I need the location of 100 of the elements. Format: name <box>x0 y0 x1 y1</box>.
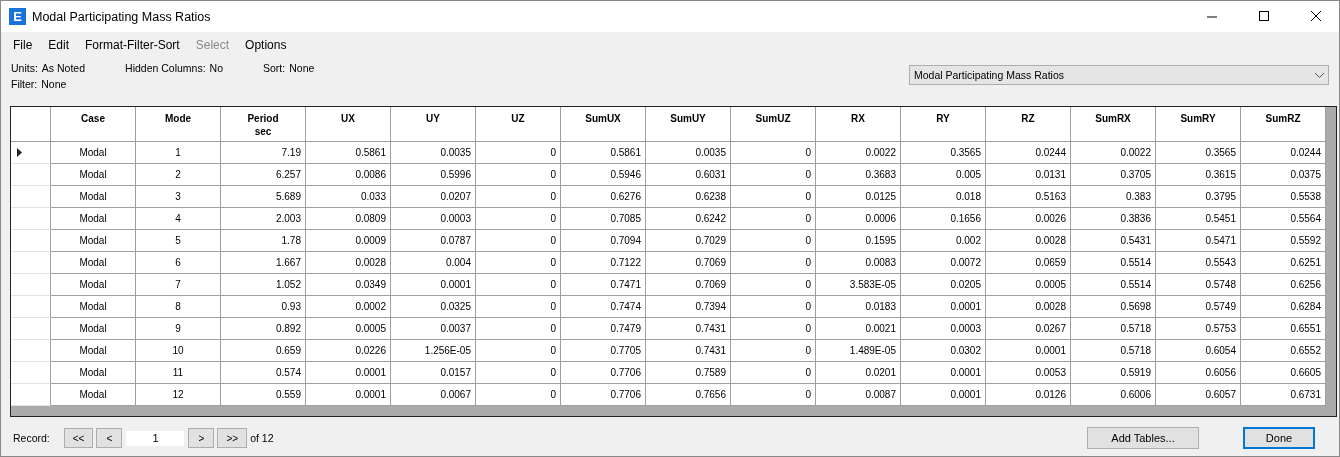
sort-label: Sort: <box>263 62 286 74</box>
table-cell: 0.0226 <box>306 340 391 362</box>
table-cell: 0.0787 <box>391 230 476 252</box>
table-cell: 0.0375 <box>1241 164 1326 186</box>
table-cell: 0.0003 <box>901 318 986 340</box>
table-cell: 0.0349 <box>306 274 391 296</box>
column-header[interactable]: RX <box>816 107 901 142</box>
column-header[interactable]: SumUX <box>561 107 646 142</box>
add-tables-button[interactable]: Add Tables... <box>1087 427 1199 449</box>
table-cell: 0.0001 <box>901 362 986 384</box>
row-header[interactable] <box>11 142 51 164</box>
table-cell: 0.6284 <box>1241 296 1326 318</box>
table-cell: 0.0001 <box>306 384 391 406</box>
menu-item[interactable]: Edit <box>40 38 78 52</box>
table-cell: Modal <box>51 230 136 252</box>
table-cell: 0.7122 <box>561 252 646 274</box>
table-cell: 0.5431 <box>1071 230 1156 252</box>
table-cell: 6 <box>136 252 221 274</box>
table-cell: 0.0053 <box>986 362 1071 384</box>
column-header[interactable]: UZ <box>476 107 561 142</box>
table-cell: 0.6276 <box>561 186 646 208</box>
chevron-down-icon <box>1315 72 1324 78</box>
table-cell: 6.257 <box>221 164 306 186</box>
column-header[interactable]: SumRZ <box>1241 107 1326 142</box>
column-header[interactable]: Mode <box>136 107 221 142</box>
table-cell: 0.6251 <box>1241 252 1326 274</box>
table-cell: 0.5946 <box>561 164 646 186</box>
table-cell: 0.0009 <box>306 230 391 252</box>
menu-item[interactable]: File <box>5 38 41 52</box>
column-header[interactable]: Case <box>51 107 136 142</box>
table-cell: 0.5592 <box>1241 230 1326 252</box>
table-cell: 1.052 <box>221 274 306 296</box>
table-cell: 0.0131 <box>986 164 1071 186</box>
table-cell: 0.5748 <box>1156 274 1241 296</box>
table-cell: 0.0028 <box>986 296 1071 318</box>
table-cell: Modal <box>51 252 136 274</box>
table-cell: 0.0083 <box>816 252 901 274</box>
table-dropdown[interactable]: Modal Participating Mass Ratios <box>909 65 1329 85</box>
table-cell: 2 <box>136 164 221 186</box>
table-cell: 0.5749 <box>1156 296 1241 318</box>
table-cell: 0.5861 <box>561 142 646 164</box>
table-cell: 0.0267 <box>986 318 1071 340</box>
table-cell: 5.689 <box>221 186 306 208</box>
nav-button[interactable]: > <box>188 428 215 448</box>
table-cell: 0.5996 <box>391 164 476 186</box>
table-cell: 0 <box>731 208 816 230</box>
table-cell: 0.5514 <box>1071 274 1156 296</box>
table-cell: 0 <box>476 164 561 186</box>
table-cell: 0.7029 <box>646 230 731 252</box>
record-field[interactable]: 1 <box>126 430 185 446</box>
table-cell: 0 <box>476 186 561 208</box>
table-cell: 0.7085 <box>561 208 646 230</box>
table-cell: 0.659 <box>221 340 306 362</box>
nav-button[interactable]: << <box>63 428 94 448</box>
table-cell: Modal <box>51 142 136 164</box>
table-cell: 3.583E-05 <box>816 274 901 296</box>
table-cell: 0.0244 <box>1241 142 1326 164</box>
done-button[interactable]: Done <box>1243 427 1315 449</box>
table-cell: 1 <box>136 142 221 164</box>
filter-label: Filter: <box>11 78 38 90</box>
table-cell: Modal <box>51 208 136 230</box>
table-cell: 0.0001 <box>986 340 1071 362</box>
column-header[interactable]: SumUY <box>646 107 731 142</box>
table-cell: 0.3795 <box>1156 186 1241 208</box>
column-header[interactable]: SumRY <box>1156 107 1241 142</box>
table-cell: 0 <box>731 142 816 164</box>
table-cell: 11 <box>136 362 221 384</box>
table-cell: 0.0809 <box>306 208 391 230</box>
table-cell: 0.7705 <box>561 340 646 362</box>
column-header[interactable]: SumUZ <box>731 107 816 142</box>
close-icon <box>1310 11 1322 22</box>
units-label: Units: <box>11 62 38 74</box>
table-cell: 0.3683 <box>816 164 901 186</box>
table-cell: 0.033 <box>306 186 391 208</box>
nav-button[interactable]: < <box>96 428 123 448</box>
table-cell: 0.5471 <box>1156 230 1241 252</box>
table-cell: 0.0006 <box>816 208 901 230</box>
table-cell: 0.7656 <box>646 384 731 406</box>
table-cell: 0.5163 <box>986 186 1071 208</box>
column-header[interactable]: RY <box>901 107 986 142</box>
table-cell: 0.5919 <box>1071 362 1156 384</box>
menu-item[interactable]: Format-Filter-Sort <box>77 38 188 52</box>
table-cell: 3 <box>136 186 221 208</box>
menu-item[interactable]: Options <box>237 38 295 52</box>
column-header[interactable]: Period sec <box>221 107 306 142</box>
table-cell: 0.3705 <box>1071 164 1156 186</box>
nav-button[interactable]: >> <box>217 428 248 448</box>
column-header[interactable]: UX <box>306 107 391 142</box>
table-cell: 10 <box>136 340 221 362</box>
table-cell: 0.5718 <box>1071 318 1156 340</box>
table-cell: 0.0207 <box>391 186 476 208</box>
table-cell: 0.6238 <box>646 186 731 208</box>
table-cell: 0.559 <box>221 384 306 406</box>
table-cell: 0.7431 <box>646 340 731 362</box>
table-cell: 0.0028 <box>986 230 1071 252</box>
table-cell: 0.6056 <box>1156 362 1241 384</box>
column-header[interactable]: UY <box>391 107 476 142</box>
column-header[interactable]: SumRX <box>1071 107 1156 142</box>
column-header[interactable]: RZ <box>986 107 1071 142</box>
hidden-columns-value: No <box>209 62 224 74</box>
